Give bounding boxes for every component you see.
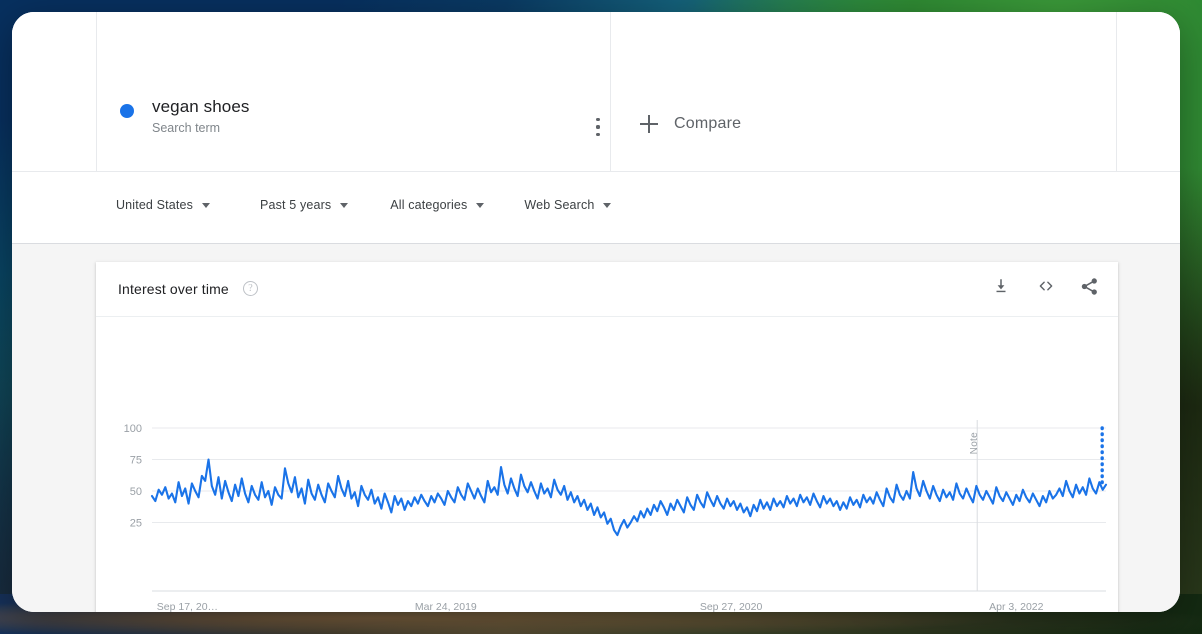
search-term-subtitle: Search term — [152, 121, 221, 135]
series-color-dot — [120, 104, 134, 118]
chart-plot-area: 25 50 75 100 Sep 17, 20… Mar 24, 2019 Sep 27, … — [96, 317, 1118, 612]
series-line — [150, 458, 1108, 537]
filter-search-type-label: Web Search — [524, 198, 595, 212]
filter-search-type[interactable]: Web Search — [524, 198, 612, 212]
search-term-name: vegan shoes — [152, 97, 250, 116]
help-circle-icon[interactable]: ? — [243, 281, 258, 296]
compare-label: Compare — [674, 115, 742, 132]
download-icon[interactable] — [992, 277, 1012, 299]
filter-region[interactable]: United States — [116, 198, 210, 212]
search-term-text: vegan shoes Search term — [152, 98, 250, 135]
strip-divider-right — [1116, 12, 1117, 172]
filter-category[interactable]: All categories — [390, 198, 485, 212]
kebab-dot — [596, 118, 600, 122]
card-title: Interest over time — [118, 281, 229, 297]
share-icon[interactable] — [1080, 277, 1100, 299]
kebab-dot — [596, 125, 600, 129]
add-comparison-button[interactable]: Compare — [640, 115, 741, 133]
strip-divider-left — [96, 12, 97, 172]
filter-time-range[interactable]: Past 5 years — [260, 198, 349, 212]
filter-region-label: United States — [116, 198, 193, 212]
search-term-strip: vegan shoes Search term Compare — [12, 12, 1180, 172]
page-content: vegan shoes Search term Compare United S… — [12, 12, 1180, 612]
x-axis-tick-label: Sep 27, 2020 — [700, 601, 763, 612]
x-axis-tick-label: Apr 3, 2022 — [989, 601, 1043, 612]
card-header: Interest over time ? — [96, 262, 1118, 317]
filter-time-range-label: Past 5 years — [260, 198, 332, 212]
filter-category-label: All categories — [390, 198, 468, 212]
y-axis-tick-label: 25 — [130, 518, 142, 530]
y-axis-tick-label: 100 — [124, 423, 142, 435]
x-axis-tick-label: Mar 24, 2019 — [415, 601, 477, 612]
embed-code-icon[interactable] — [1036, 277, 1056, 299]
y-axis-tick-label: 50 — [130, 486, 142, 498]
y-axis-tick-label: 75 — [130, 455, 142, 467]
filter-bar: United States Past 5 years All categorie… — [12, 172, 1180, 244]
card-actions — [992, 277, 1100, 299]
strip-divider-middle — [610, 12, 611, 172]
interest-over-time-chart[interactable]: 25 50 75 100 Sep 17, 20… Mar 24, 2019 Sep 27, … — [96, 317, 1118, 612]
browser-window: vegan shoes Search term Compare United S… — [12, 12, 1180, 612]
plus-icon — [640, 115, 658, 133]
interest-over-time-card: Interest over time ? 25 50 75 100 Sep 17… — [96, 262, 1118, 612]
chevron-down-icon — [476, 202, 485, 208]
kebab-menu-icon[interactable] — [590, 116, 606, 138]
x-axis-tick-label: Sep 17, 20… — [157, 601, 218, 612]
filter-group: United States Past 5 years All categorie… — [116, 198, 612, 212]
chevron-down-icon — [340, 202, 349, 208]
chevron-down-icon — [603, 202, 612, 208]
kebab-dot — [596, 132, 600, 136]
chevron-down-icon — [202, 202, 210, 208]
search-term-card[interactable]: vegan shoes Search term — [120, 98, 250, 135]
